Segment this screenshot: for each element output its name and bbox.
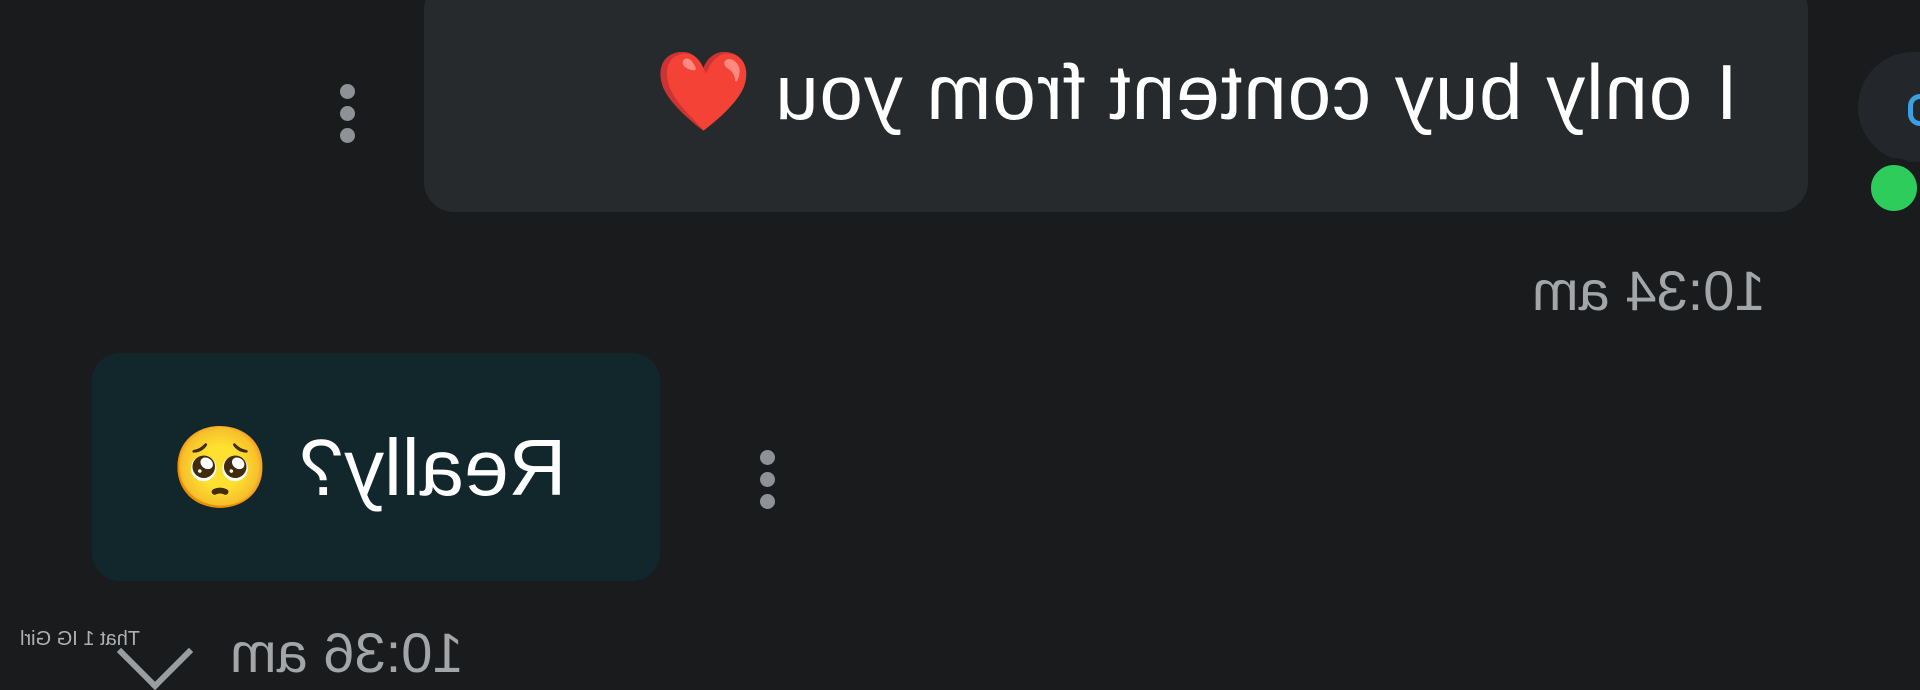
online-status-dot (1864, 158, 1920, 218)
message-options-button[interactable] (760, 450, 776, 516)
message-options-button[interactable] (340, 84, 356, 150)
message-timestamp: 10:34 am (1532, 259, 1766, 322)
chevron-down-icon[interactable] (116, 613, 194, 690)
watermark: That 1 IG Girl (20, 628, 141, 650)
incoming-message-bubble[interactable]: Really? 🥺 (92, 353, 660, 581)
message-timestamp: 10:36 am (230, 621, 464, 684)
outgoing-message-text: I only buy content from you (774, 47, 1739, 136)
incoming-message-content: Really? 🥺 (170, 421, 566, 515)
avatar-glyph-icon (1908, 94, 1920, 126)
incoming-message-text: Really? (299, 423, 567, 512)
outgoing-message-bubble[interactable]: I only buy content from you ❤️ (424, 0, 1808, 212)
more-vertical-icon (340, 84, 355, 99)
outgoing-message-content: I only buy content from you ❤️ (654, 46, 1738, 138)
more-vertical-icon (760, 450, 775, 465)
heart-emoji-icon: ❤️ (654, 47, 753, 135)
pleading-face-emoji-icon: 🥺 (170, 423, 270, 512)
